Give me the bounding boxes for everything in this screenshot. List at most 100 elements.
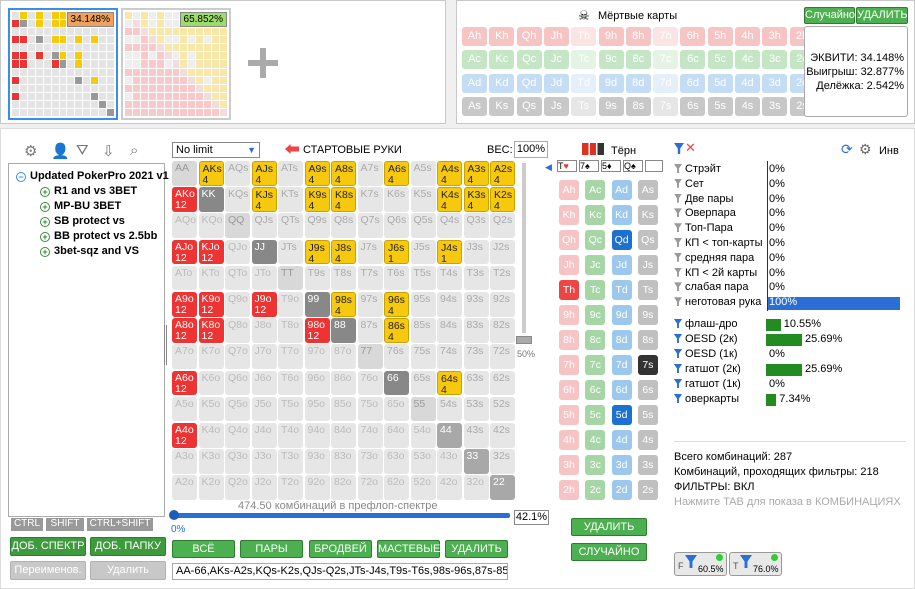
hand-cell[interactable]: 44 [437, 422, 462, 448]
dead-card[interactable]: Kh [489, 27, 515, 46]
turn-card[interactable]: Th [559, 280, 579, 300]
dead-card[interactable]: Qc [516, 50, 542, 70]
hand-cell[interactable]: 97o [304, 344, 330, 369]
hand-cell[interactable]: KK [198, 187, 224, 212]
hand-cell[interactable]: 33 [463, 449, 489, 474]
turn-card[interactable]: Td [611, 280, 632, 300]
hand-cell[interactable]: AKo 12 [172, 187, 197, 212]
turn-card[interactable]: 5s [637, 405, 658, 425]
hand-cell[interactable]: 95s [410, 291, 436, 317]
dead-card[interactable]: 9c [598, 50, 624, 70]
hand-cell[interactable]: 64o [384, 422, 409, 448]
hand-cell[interactable]: 96s 4 [384, 291, 409, 317]
dead-card[interactable]: Tc [571, 50, 597, 70]
hand-cell[interactable]: 85s [410, 318, 436, 343]
dead-card[interactable]: 5h [707, 27, 733, 46]
hand-cell[interactable]: 83o [331, 449, 356, 474]
hand-cell[interactable]: Q3s [463, 213, 489, 239]
dead-card[interactable]: 7h [653, 27, 679, 46]
hand-cell[interactable]: 77 [357, 344, 383, 369]
turn-card[interactable]: Ac [585, 180, 606, 200]
turn-card[interactable]: 6s [637, 380, 658, 400]
made-hand-filter[interactable]: Сет [674, 178, 704, 190]
hand-cell[interactable]: 72s [490, 344, 515, 369]
hand-cell[interactable]: Q6o [225, 370, 250, 396]
hand-cell[interactable]: T3s [463, 265, 489, 291]
made-hand-filter[interactable]: КП < топ-карты [674, 237, 763, 249]
turn-card[interactable]: 4h [559, 430, 579, 450]
hand-cell[interactable]: J6s 1 [384, 239, 409, 265]
turn-card[interactable]: 9c [585, 305, 606, 325]
hand-cell[interactable]: JTs [278, 239, 303, 265]
invert-label[interactable]: Инв [879, 145, 899, 157]
hand-cell[interactable]: 92s [490, 291, 515, 317]
hand-cell[interactable]: A6s 4 [384, 161, 409, 186]
hand-cell[interactable]: 42s [490, 422, 515, 448]
delete-button[interactable]: УДАЛИТЬ [856, 7, 908, 24]
dead-card[interactable]: 8d [625, 73, 651, 93]
hand-cell[interactable]: K5s [410, 187, 436, 212]
random-button[interactable]: Случайно [804, 7, 855, 24]
clear-filter-icon[interactable]: ✕ [685, 140, 696, 156]
hand-cell[interactable]: A9s 4 [304, 161, 330, 186]
made-hand-filter[interactable]: КП < 2й карты [674, 267, 757, 279]
turn-card[interactable]: Jc [585, 255, 606, 275]
dead-card[interactable]: Ah [462, 27, 487, 46]
made-hand-filter[interactable]: неготовая рука [674, 296, 761, 308]
hand-cell[interactable]: K7s [357, 187, 383, 212]
turn-card[interactable]: 8c [585, 330, 606, 350]
dead-card[interactable]: 6h [680, 27, 706, 46]
turn-card[interactable]: 9h [559, 305, 579, 325]
hand-cell[interactable]: Q9s [304, 213, 330, 239]
hand-cell[interactable]: 73o [357, 449, 383, 474]
turn-card[interactable]: 2h [559, 480, 579, 500]
turn-card[interactable]: 7s [637, 355, 658, 375]
dead-card[interactable]: Jh [543, 27, 569, 46]
hand-cell[interactable]: 65o [384, 396, 409, 422]
hand-cell[interactable]: 93o [304, 449, 330, 474]
hand-cell[interactable]: T7o [278, 344, 303, 369]
draw-filter[interactable]: OESD (2к) [674, 333, 738, 345]
dead-card[interactable]: Kc [489, 50, 515, 70]
hand-cell[interactable]: 54o [410, 422, 436, 448]
splitter-handle[interactable] [164, 325, 167, 365]
hand-cell[interactable]: 98s 4 [331, 291, 356, 317]
hand-cell[interactable]: 84o [331, 422, 356, 448]
hand-cell[interactable]: 96o [304, 370, 330, 396]
hand-cell[interactable]: A8o 12 [172, 318, 197, 343]
turn-card[interactable]: 3s [637, 455, 658, 475]
hand-cell[interactable]: A6o 12 [172, 370, 197, 396]
dead-card[interactable]: Js [543, 96, 569, 116]
weight-slider-track[interactable] [522, 163, 526, 333]
limit-select[interactable]: No limit ▼ [172, 142, 260, 158]
hand-cell[interactable]: JTo [251, 265, 277, 291]
hand-cell[interactable]: 53s [463, 396, 489, 422]
turn-card[interactable]: Kd [611, 205, 632, 225]
hand-cell[interactable]: 95o [304, 396, 330, 422]
hand-cell[interactable]: QTs [278, 213, 303, 239]
shift-key[interactable]: SHIFT [46, 518, 84, 531]
hand-cell[interactable]: T2s [490, 265, 515, 291]
hand-cell[interactable]: 94s [437, 291, 462, 317]
hand-cell[interactable]: 74o [357, 422, 383, 448]
hand-cell[interactable]: KQo [198, 213, 224, 239]
suited-button[interactable]: МАСТЕВЫЕ [377, 540, 440, 558]
hand-cell[interactable]: ATs [278, 161, 303, 186]
hand-cell[interactable]: Q7o [225, 344, 250, 369]
hand-cell[interactable]: J2o [251, 475, 277, 500]
made-hand-filter[interactable]: Стрэйт [674, 163, 721, 175]
hand-cell[interactable]: 74s [437, 344, 462, 369]
hand-cell[interactable]: 52o [410, 475, 436, 500]
hand-cell[interactable]: 63s [463, 370, 489, 396]
turn-card[interactable]: 5d [611, 405, 632, 425]
all-button[interactable]: ВСЁ [172, 540, 235, 558]
turn-card[interactable]: 8h [559, 330, 579, 350]
hand-cell[interactable]: 83s [463, 318, 489, 343]
hand-cell[interactable]: 55 [410, 396, 436, 422]
hand-cell[interactable]: 43o [437, 449, 462, 474]
turn-card[interactable]: Qd [611, 230, 632, 250]
dead-card[interactable]: 5s [707, 96, 733, 116]
turn-card[interactable]: 9d [611, 305, 632, 325]
turn-card[interactable]: Ks [637, 205, 658, 225]
dead-card[interactable]: Ts [571, 96, 597, 116]
